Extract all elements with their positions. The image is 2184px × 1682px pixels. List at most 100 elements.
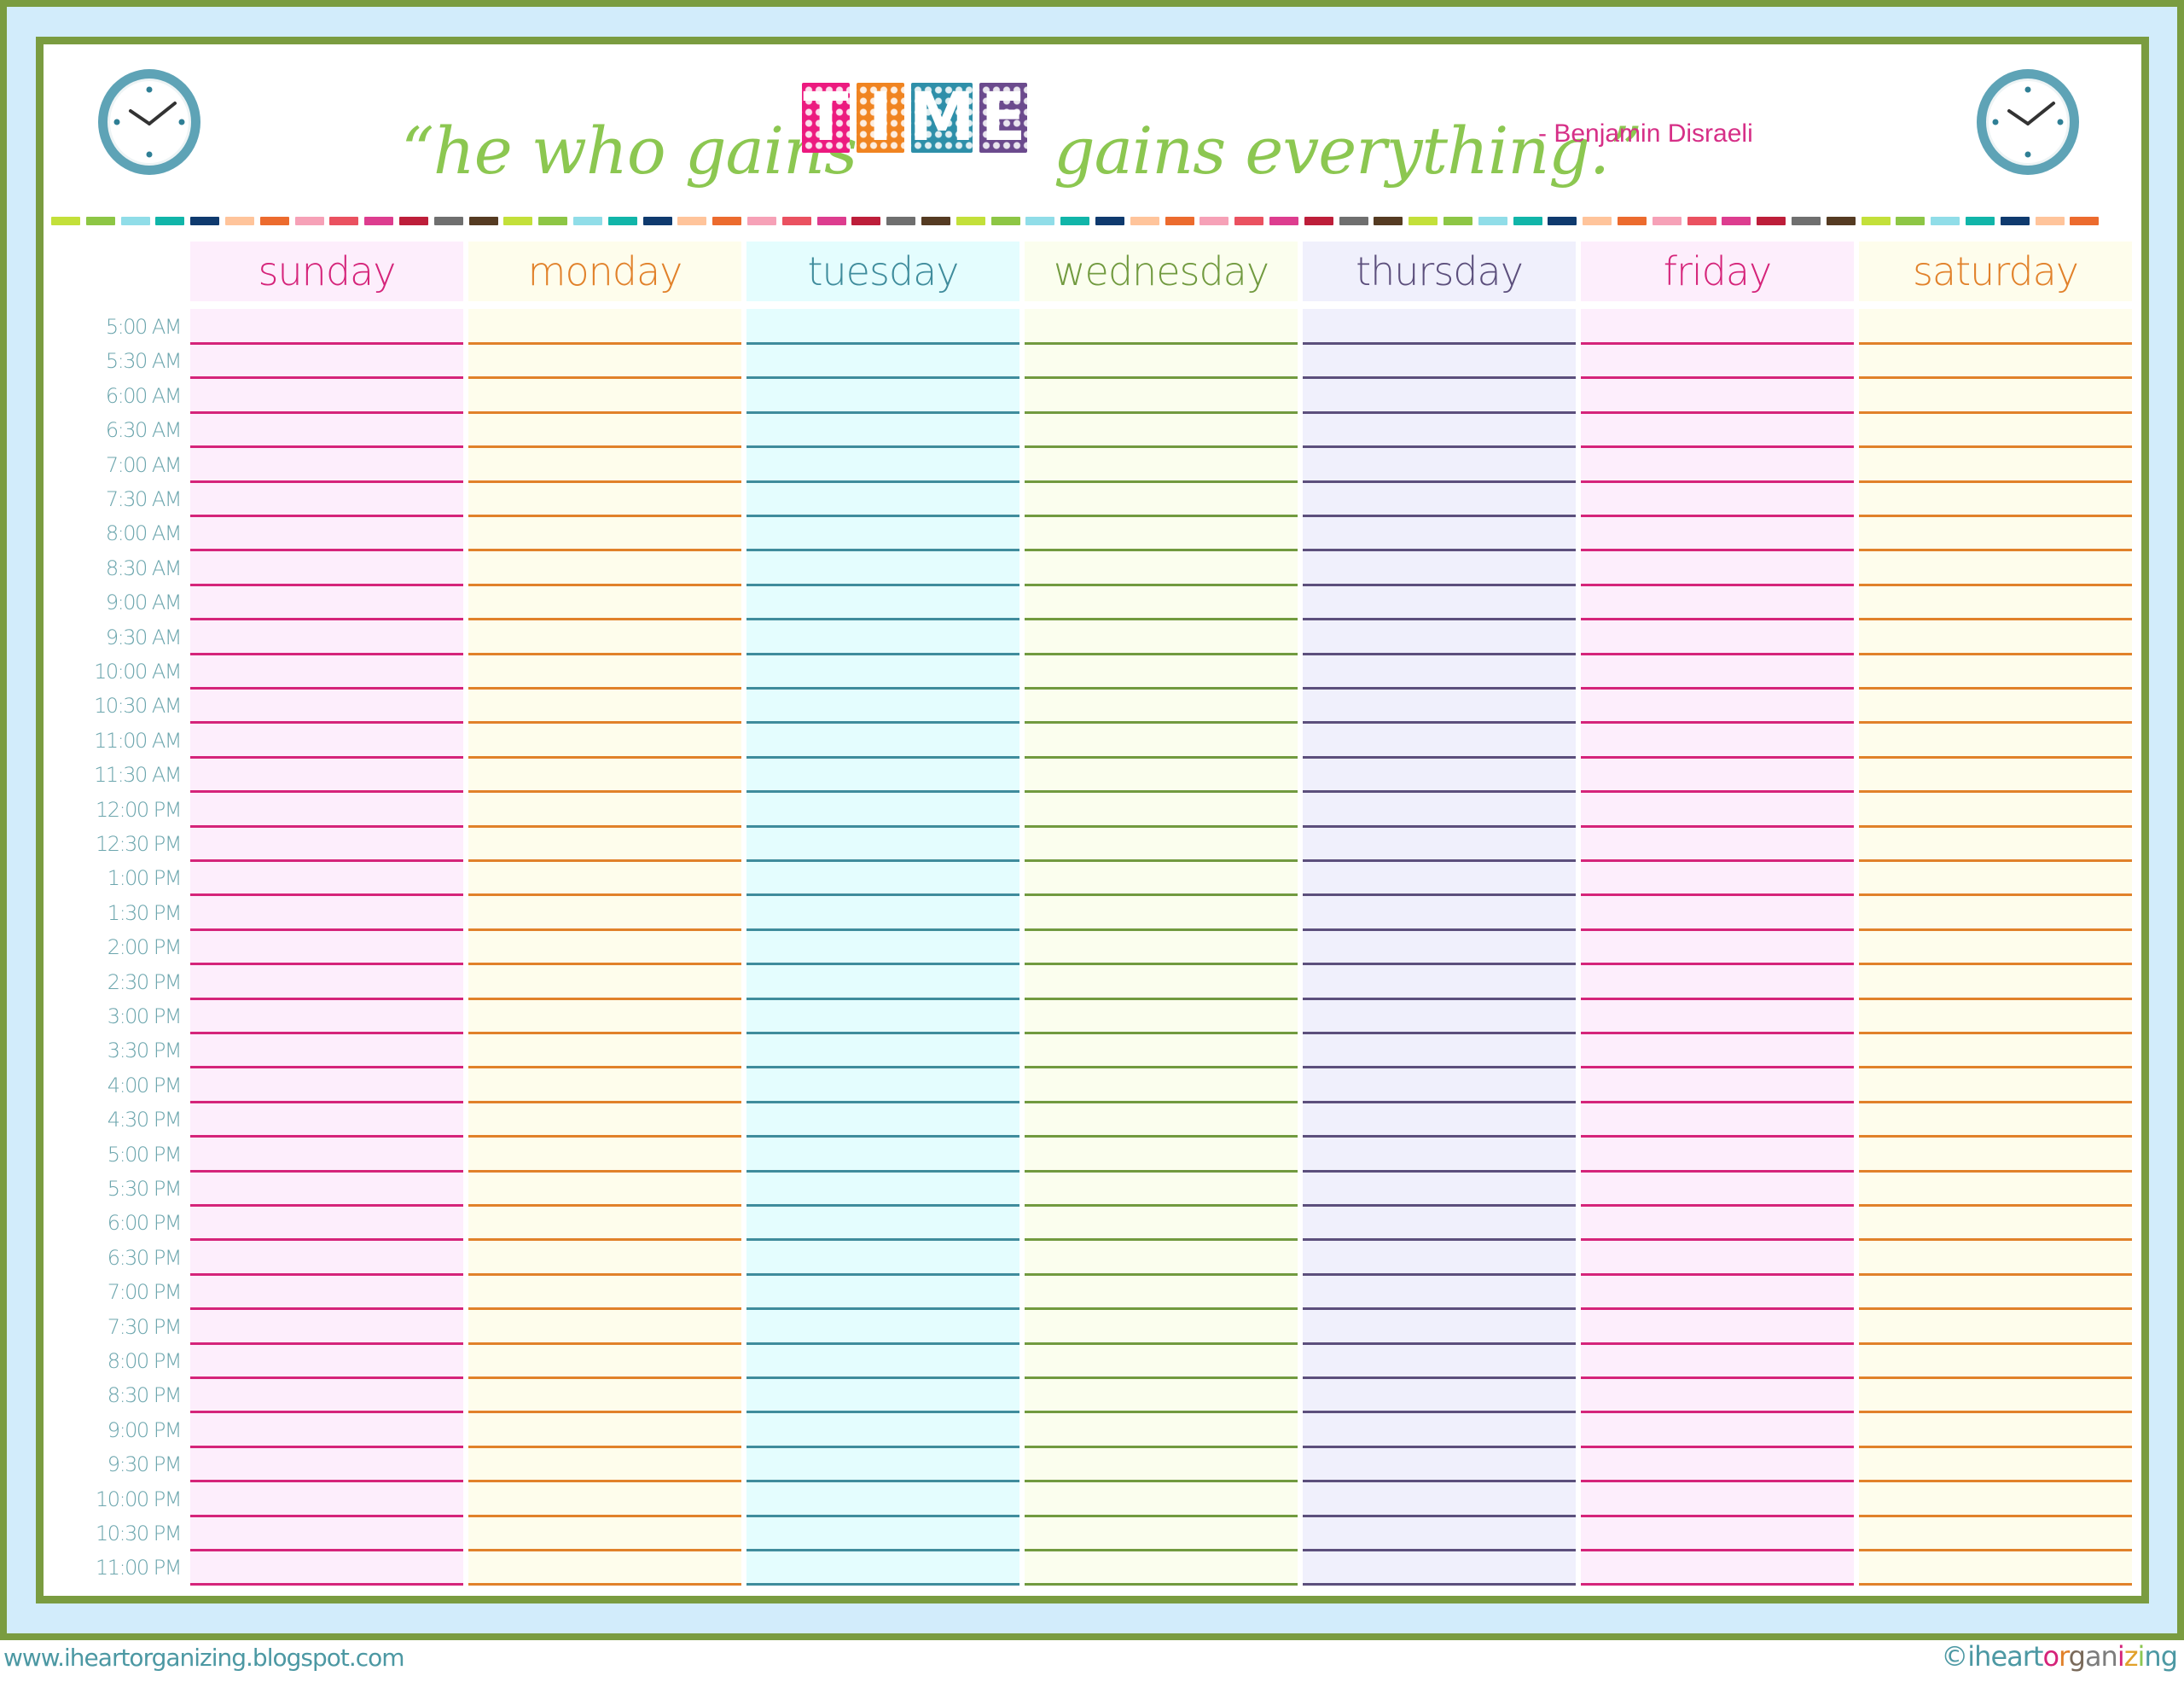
time-slot-cell[interactable] xyxy=(1859,586,2132,618)
time-slot-cell[interactable] xyxy=(468,1241,741,1272)
time-slot-cell[interactable] xyxy=(190,1413,463,1445)
time-slot-cell[interactable] xyxy=(1025,517,1298,549)
time-slot-cell[interactable] xyxy=(1581,690,1854,721)
time-slot-cell[interactable] xyxy=(1303,1517,1576,1549)
time-slot-cell[interactable] xyxy=(1581,1379,1854,1411)
time-slot-cell[interactable] xyxy=(1303,586,1576,618)
time-slot-cell[interactable] xyxy=(1581,1448,1854,1480)
time-slot-cell[interactable] xyxy=(746,345,1019,376)
time-slot-cell[interactable] xyxy=(1303,759,1576,790)
time-slot-cell[interactable] xyxy=(746,655,1019,687)
time-slot-cell[interactable] xyxy=(190,1551,463,1583)
time-slot-cell[interactable] xyxy=(1025,690,1298,721)
time-slot-cell[interactable] xyxy=(1859,1241,2132,1272)
time-slot-cell[interactable] xyxy=(468,620,741,652)
time-slot-cell[interactable] xyxy=(746,828,1019,859)
time-slot-cell[interactable] xyxy=(1025,1068,1298,1100)
time-slot-cell[interactable] xyxy=(1303,793,1576,824)
time-slot-cell[interactable] xyxy=(1303,1173,1576,1204)
time-slot-cell[interactable] xyxy=(190,1448,463,1480)
time-slot-cell[interactable] xyxy=(1859,551,2132,583)
time-slot-cell[interactable] xyxy=(1303,1241,1576,1272)
time-slot-cell[interactable] xyxy=(746,724,1019,755)
time-slot-cell[interactable] xyxy=(468,896,741,928)
time-slot-cell[interactable] xyxy=(190,551,463,583)
time-slot-cell[interactable] xyxy=(746,620,1019,652)
time-slot-cell[interactable] xyxy=(1859,483,2132,515)
time-slot-cell[interactable] xyxy=(1025,828,1298,859)
time-slot-cell[interactable] xyxy=(1025,1482,1298,1514)
time-slot-cell[interactable] xyxy=(190,724,463,755)
time-slot-cell[interactable] xyxy=(746,483,1019,515)
time-slot-cell[interactable] xyxy=(190,965,463,997)
time-slot-cell[interactable] xyxy=(190,1517,463,1549)
time-slot-cell[interactable] xyxy=(468,965,741,997)
time-slot-cell[interactable] xyxy=(1025,1448,1298,1480)
time-slot-cell[interactable] xyxy=(746,965,1019,997)
time-slot-cell[interactable] xyxy=(1859,414,2132,445)
time-slot-cell[interactable] xyxy=(190,1482,463,1514)
time-slot-cell[interactable] xyxy=(746,1241,1019,1272)
time-slot-cell[interactable] xyxy=(746,1345,1019,1376)
time-slot-cell[interactable] xyxy=(746,1103,1019,1135)
time-slot-cell[interactable] xyxy=(746,1448,1019,1480)
time-slot-cell[interactable] xyxy=(1859,448,2132,480)
time-slot-cell[interactable] xyxy=(1303,551,1576,583)
time-slot-cell[interactable] xyxy=(1025,586,1298,618)
time-slot-cell[interactable] xyxy=(468,655,741,687)
time-slot-cell[interactable] xyxy=(468,862,741,893)
time-slot-cell[interactable] xyxy=(1025,448,1298,480)
time-slot-cell[interactable] xyxy=(468,551,741,583)
time-slot-cell[interactable] xyxy=(1303,931,1576,963)
time-slot-cell[interactable] xyxy=(190,1173,463,1204)
time-slot-cell[interactable] xyxy=(1025,379,1298,410)
time-slot-cell[interactable] xyxy=(1303,1103,1576,1135)
time-slot-cell[interactable] xyxy=(468,414,741,445)
time-slot-cell[interactable] xyxy=(746,1068,1019,1100)
time-slot-cell[interactable] xyxy=(1025,483,1298,515)
time-slot-cell[interactable] xyxy=(746,793,1019,824)
time-slot-cell[interactable] xyxy=(1025,1138,1298,1169)
time-slot-cell[interactable] xyxy=(190,1103,463,1135)
time-slot-cell[interactable] xyxy=(1581,1310,1854,1342)
time-slot-cell[interactable] xyxy=(468,517,741,549)
time-slot-cell[interactable] xyxy=(1859,620,2132,652)
time-slot-cell[interactable] xyxy=(1025,620,1298,652)
time-slot-cell[interactable] xyxy=(1025,655,1298,687)
time-slot-cell[interactable] xyxy=(190,1241,463,1272)
time-slot-cell[interactable] xyxy=(1303,724,1576,755)
time-slot-cell[interactable] xyxy=(1859,965,2132,997)
time-slot-cell[interactable] xyxy=(746,1379,1019,1411)
time-slot-cell[interactable] xyxy=(746,931,1019,963)
time-slot-cell[interactable] xyxy=(746,759,1019,790)
time-slot-cell[interactable] xyxy=(1025,896,1298,928)
time-slot-cell[interactable] xyxy=(746,1413,1019,1445)
time-slot-cell[interactable] xyxy=(746,1482,1019,1514)
time-slot-cell[interactable] xyxy=(1025,345,1298,376)
time-slot-cell[interactable] xyxy=(1025,1034,1298,1066)
time-slot-cell[interactable] xyxy=(1303,1310,1576,1342)
time-slot-cell[interactable] xyxy=(1581,1173,1854,1204)
time-slot-cell[interactable] xyxy=(1303,655,1576,687)
time-slot-cell[interactable] xyxy=(468,1551,741,1583)
time-slot-cell[interactable] xyxy=(468,1068,741,1100)
time-slot-cell[interactable] xyxy=(1859,345,2132,376)
time-slot-cell[interactable] xyxy=(468,931,741,963)
time-slot-cell[interactable] xyxy=(468,1482,741,1514)
time-slot-cell[interactable] xyxy=(1581,965,1854,997)
time-slot-cell[interactable] xyxy=(1303,1138,1576,1169)
time-slot-cell[interactable] xyxy=(1025,1241,1298,1272)
time-slot-cell[interactable] xyxy=(746,1276,1019,1307)
time-slot-cell[interactable] xyxy=(746,1173,1019,1204)
time-slot-cell[interactable] xyxy=(1581,379,1854,410)
time-slot-cell[interactable] xyxy=(1859,1000,2132,1032)
time-slot-cell[interactable] xyxy=(1581,345,1854,376)
time-slot-cell[interactable] xyxy=(468,483,741,515)
time-slot-cell[interactable] xyxy=(1859,1517,2132,1549)
time-slot-cell[interactable] xyxy=(1025,965,1298,997)
time-slot-cell[interactable] xyxy=(468,1138,741,1169)
time-slot-cell[interactable] xyxy=(1859,1448,2132,1480)
time-slot-cell[interactable] xyxy=(746,1551,1019,1583)
time-slot-cell[interactable] xyxy=(1025,1517,1298,1549)
time-slot-cell[interactable] xyxy=(1581,1241,1854,1272)
